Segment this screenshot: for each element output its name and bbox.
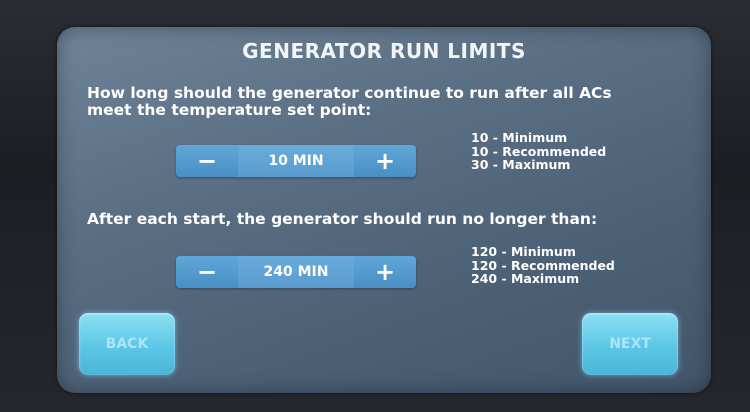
increase-run-after-setpoint-button[interactable]: + xyxy=(354,145,416,177)
max-run-value: 240 MIN xyxy=(238,256,354,288)
limit-minimum: 120 - Minimum xyxy=(471,244,576,259)
max-run-per-start-limits: 120 - Minimum 120 - Recommended 240 - Ma… xyxy=(471,245,615,286)
generator-run-limits-screen: GENERATOR RUN LIMITS How long should the… xyxy=(57,27,711,393)
run-after-setpoint-stepper: − 10 MIN + xyxy=(176,145,416,177)
limit-recommended: 120 - Recommended xyxy=(471,257,615,273)
max-run-per-start-question: After each start, the generator should r… xyxy=(87,210,598,228)
limit-maximum: 240 - Maximum xyxy=(471,271,580,286)
run-after-setpoint-question: How long should the generator continue t… xyxy=(87,85,687,119)
run-after-setpoint-limits: 10 - Minimum 10 - Recommended 30 - Maxim… xyxy=(471,131,606,172)
increase-max-run-button[interactable]: + xyxy=(354,256,416,288)
decrease-max-run-button[interactable]: − xyxy=(176,256,238,288)
question-line-1: How long should the generator continue t… xyxy=(87,84,612,102)
limit-minimum: 10 - Minimum xyxy=(471,130,568,145)
decrease-run-after-setpoint-button[interactable]: − xyxy=(176,145,238,177)
max-run-per-start-stepper: − 240 MIN + xyxy=(176,256,416,288)
next-button[interactable]: NEXT xyxy=(582,313,678,375)
limit-recommended: 10 - Recommended xyxy=(471,143,607,159)
run-after-setpoint-value: 10 MIN xyxy=(238,145,354,177)
limit-maximum: 30 - Maximum xyxy=(471,157,571,172)
question-line-2: meet the temperature set point: xyxy=(87,101,372,119)
back-button[interactable]: BACK xyxy=(79,313,175,375)
page-title: GENERATOR RUN LIMITS xyxy=(242,39,526,63)
